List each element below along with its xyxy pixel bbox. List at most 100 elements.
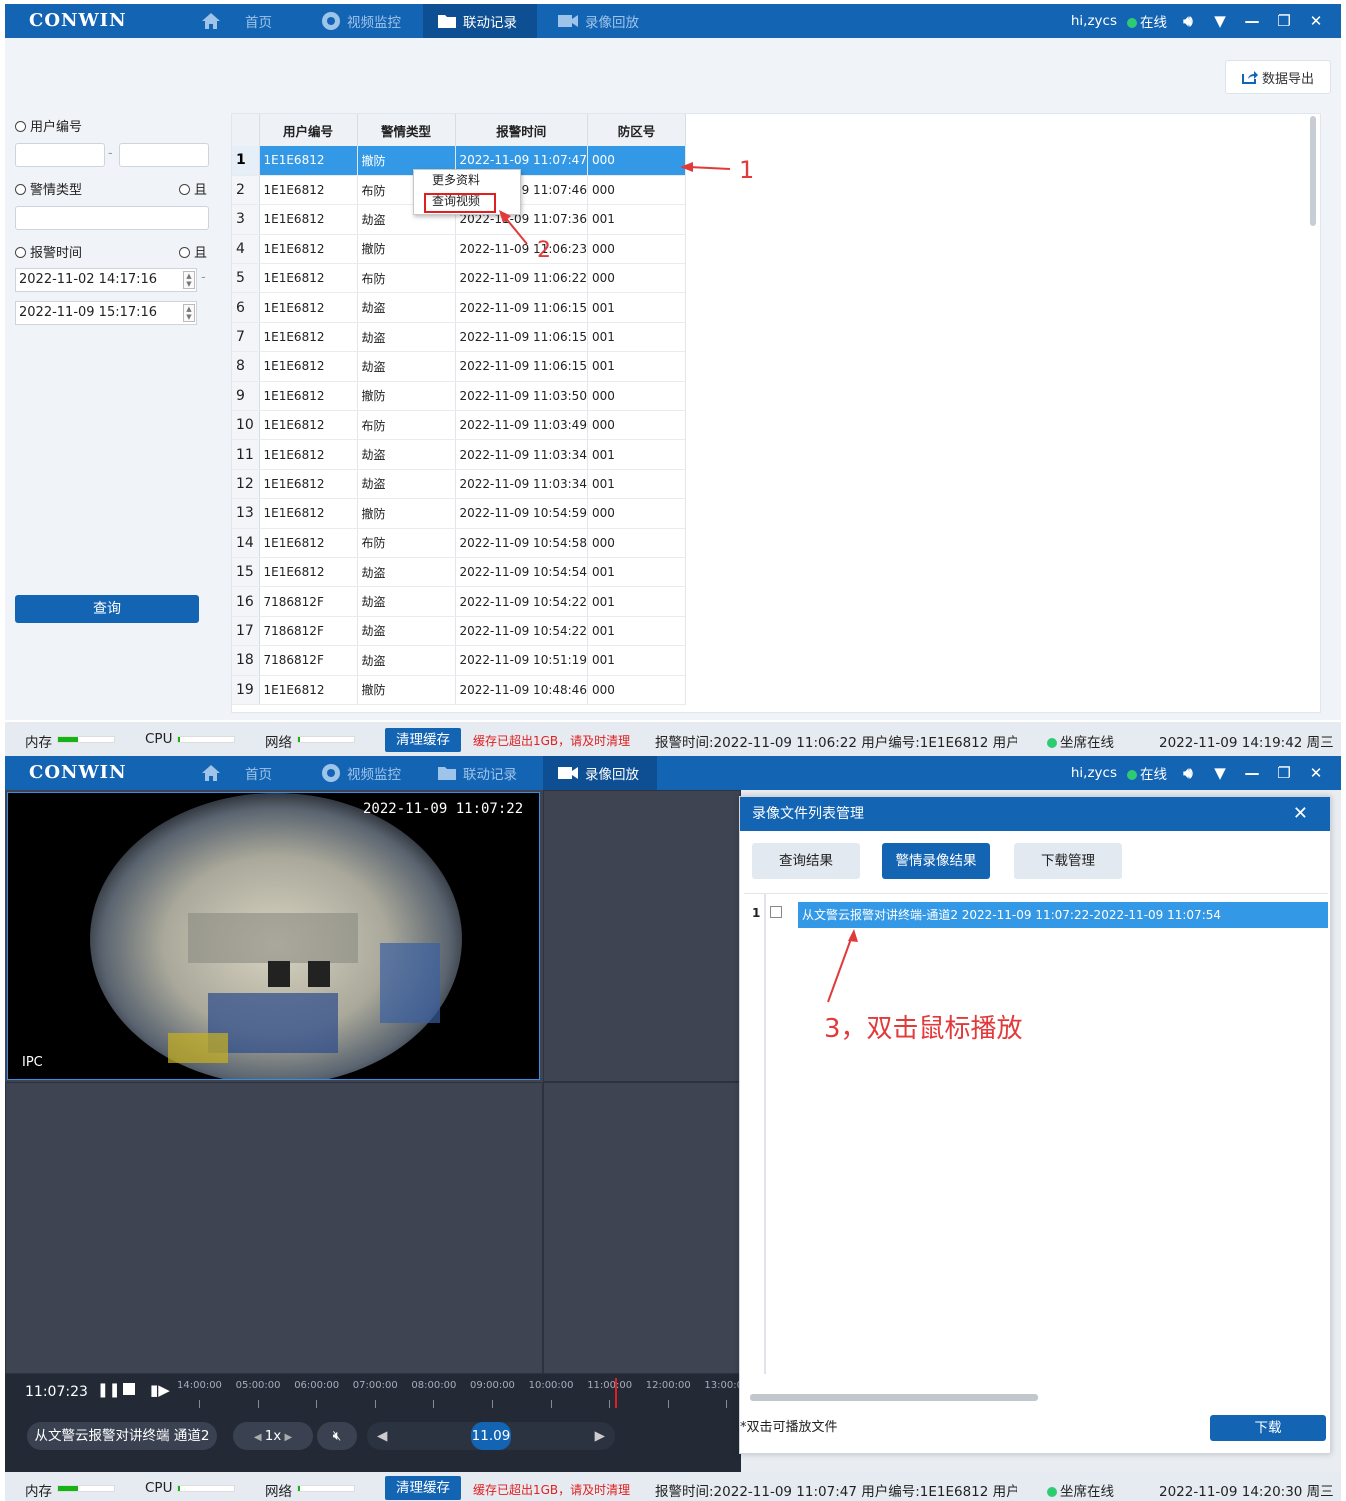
close-icon[interactable]: ✕ — [1305, 12, 1327, 30]
col-alarm-type[interactable]: 警情类型 — [357, 114, 456, 146]
minimize-icon[interactable]: — — [1241, 12, 1263, 30]
top-right-controls: hi,zycs 在线 🔊︎ ▼ — ❐ ✕ — [1071, 4, 1327, 38]
video-cell-4[interactable] — [543, 1082, 741, 1374]
speed-down-icon[interactable]: ◀ — [254, 1432, 265, 1443]
col-user-id[interactable]: 用户编号 — [259, 114, 358, 146]
alarm-type-cell: 撤防 — [357, 498, 456, 529]
nav-linkage-record[interactable]: 联动记录 — [423, 4, 537, 38]
filter-user-id[interactable]: 用户编号 — [15, 116, 82, 135]
minimize-icon[interactable]: — — [1241, 764, 1263, 782]
nav-video-playback[interactable]: 录像回放 — [543, 4, 653, 38]
start-time-input[interactable]: 2022-11-02 14:17:16 ▲ ▼ — [15, 268, 197, 292]
h-scrollbar[interactable] — [750, 1394, 1038, 1401]
zone-cell: 001 — [587, 586, 686, 617]
spin-icon[interactable]: ▲ ▼ — [183, 304, 195, 322]
table-row[interactable]: 17 7186812F 劫盗 2022-11-09 10:54:22 001 — [232, 616, 686, 647]
radio-icon[interactable] — [179, 247, 190, 258]
col-zone[interactable]: 防区号 — [587, 114, 686, 146]
tab-alarm-records[interactable]: 警情录像结果 — [882, 843, 990, 879]
tab-query-results[interactable]: 查询结果 — [752, 843, 860, 879]
playhead[interactable] — [615, 1378, 617, 1408]
speaker-icon[interactable]: 🔊︎ — [1177, 764, 1199, 782]
date-selector[interactable]: ◀ 11.09 ▶ — [367, 1422, 615, 1450]
table-row[interactable]: 15 1E1E6812 劫盗 2022-11-09 10:54:54 001 — [232, 557, 686, 588]
radio-icon[interactable] — [15, 121, 26, 132]
table-row[interactable]: 14 1E1E6812 布防 2022-11-09 10:54:58 000 — [232, 528, 686, 558]
table-row[interactable]: 19 1E1E6812 撤防 2022-11-09 10:48:46 000 — [232, 675, 686, 705]
record-file-list-dialog: 录像文件列表管理 ✕ 查询结果 警情录像结果 下载管理 1 从文警云报警对讲终端-… — [739, 796, 1331, 1454]
col-alarm-time[interactable]: 报警时间 — [455, 114, 588, 146]
close-icon[interactable]: ✕ — [1293, 797, 1308, 831]
end-time-input[interactable]: 2022-11-09 15:17:16 ▲ ▼ — [15, 301, 197, 325]
table-row[interactable]: 5 1E1E6812 布防 2022-11-09 11:06:22 000 — [232, 263, 686, 294]
table-row[interactable]: 12 1E1E6812 劫盗 2022-11-09 11:03:34 001 — [232, 469, 686, 500]
filter-alarm-time[interactable]: 报警时间 — [15, 242, 82, 261]
video-cell-2[interactable] — [543, 790, 741, 1082]
timeline-tick-mark — [433, 1400, 435, 1408]
nav-video-monitor[interactable]: 视频监控 — [307, 756, 415, 790]
close-icon[interactable]: ✕ — [1305, 764, 1327, 782]
net-bar — [297, 736, 355, 743]
and-option-2[interactable]: 且 — [179, 242, 207, 261]
user-id-from-input[interactable] — [15, 143, 105, 167]
scrollbar[interactable] — [1310, 116, 1316, 226]
table-row[interactable]: 18 7186812F 劫盗 2022-11-09 10:51:19 001 — [232, 645, 686, 676]
annotation-label-3: 3，双击鼠标播放 — [824, 1014, 1023, 1044]
record-file-row[interactable]: 从文警云报警对讲终端-通道2 2022-11-09 11:07:22-2022-… — [798, 902, 1328, 928]
radio-icon[interactable] — [15, 184, 26, 195]
export-data-button[interactable]: 数据导出 — [1225, 60, 1331, 94]
speed-control[interactable]: ◀ 1x ▶ — [233, 1422, 313, 1450]
radio-icon[interactable] — [179, 184, 190, 195]
clear-cache-button[interactable]: 清理缓存 — [385, 1476, 461, 1500]
row-index: 2 — [232, 175, 260, 206]
restore-icon[interactable]: ❐ — [1273, 12, 1295, 30]
nav-video-playback[interactable]: 录像回放 — [543, 756, 657, 790]
speed-up-icon[interactable]: ▶ — [281, 1432, 292, 1443]
prev-date-icon[interactable]: ◀ — [377, 1422, 387, 1450]
dropdown-icon[interactable]: ▼ — [1209, 764, 1231, 782]
dropdown-icon[interactable]: ▼ — [1209, 12, 1231, 30]
user-id-to-input[interactable] — [119, 143, 209, 167]
filter-alarm-type[interactable]: 警情类型 — [15, 179, 82, 198]
radio-icon[interactable] — [15, 247, 26, 258]
menu-more-info[interactable]: 更多资料 — [414, 170, 520, 191]
mute-button[interactable]: 🔇︎ — [317, 1422, 357, 1450]
table-row[interactable]: 9 1E1E6812 撤防 2022-11-09 11:03:50 000 — [232, 381, 686, 412]
download-button[interactable]: 下载 — [1210, 1415, 1326, 1441]
table-row[interactable]: 13 1E1E6812 撤防 2022-11-09 10:54:59 000 — [232, 498, 686, 529]
pause-icon[interactable]: ❚❚ — [97, 1382, 120, 1398]
speaker-icon[interactable]: 🔊︎ — [1177, 12, 1199, 30]
row-checkbox[interactable] — [770, 906, 782, 918]
table-row[interactable]: 8 1E1E6812 劫盗 2022-11-09 11:06:15 001 — [232, 351, 686, 382]
step-forward-icon[interactable]: ▮▶ — [150, 1381, 170, 1399]
clear-cache-button[interactable]: 清理缓存 — [385, 728, 461, 752]
query-button[interactable]: 查询 — [15, 595, 199, 623]
table-row[interactable]: 10 1E1E6812 布防 2022-11-09 11:03:49 000 — [232, 410, 686, 441]
cache-warning: 缓存已超出1GB，请及时清理 — [473, 734, 631, 748]
table-row[interactable]: 7 1E1E6812 劫盗 2022-11-09 11:06:15 001 — [232, 322, 686, 353]
restore-icon[interactable]: ❐ — [1273, 764, 1295, 782]
nav-home[interactable]: 首页 — [187, 756, 286, 790]
table-row[interactable]: 11 1E1E6812 劫盗 2022-11-09 11:03:34 001 — [232, 439, 686, 470]
spin-icon[interactable]: ▲ ▼ — [183, 271, 195, 289]
and-option-1[interactable]: 且 — [179, 179, 207, 198]
next-date-icon[interactable]: ▶ — [595, 1422, 605, 1450]
video-cell-3[interactable] — [5, 1082, 543, 1374]
nav-home[interactable]: 首页 — [187, 4, 286, 38]
alarm-time-cell: 2022-11-09 11:03:50 — [455, 381, 588, 412]
tab-download-manager[interactable]: 下载管理 — [1014, 843, 1122, 879]
timeline[interactable]: 11:07:23 ❚❚ ▮▶ 14:00:00 05:00:00 06:00:00 0… — [5, 1374, 743, 1412]
table-row[interactable]: 4 1E1E6812 撤防 2022-11-09 11:06:23 000 — [232, 234, 686, 265]
table-row[interactable]: 16 7186812F 劫盗 2022-11-09 10:54:22 001 — [232, 586, 686, 617]
alarm-type-input[interactable] — [15, 206, 209, 230]
alarm-type-cell: 撤防 — [357, 381, 456, 412]
channel-selector[interactable]: 从文警云报警对讲终端 通道2 — [27, 1422, 217, 1450]
zone-cell: 000 — [587, 528, 686, 558]
stop-icon[interactable] — [123, 1383, 135, 1395]
zone-cell: 001 — [587, 322, 686, 353]
table-row[interactable]: 6 1E1E6812 劫盗 2022-11-09 11:06:15 001 — [232, 292, 686, 323]
nav-video-monitor[interactable]: 视频监控 — [307, 4, 415, 38]
nav-linkage-record[interactable]: 联动记录 — [423, 756, 531, 790]
camera-feed[interactable]: 2022-11-09 11:07:22 IPC — [7, 792, 540, 1080]
zone-cell: 001 — [587, 292, 686, 323]
